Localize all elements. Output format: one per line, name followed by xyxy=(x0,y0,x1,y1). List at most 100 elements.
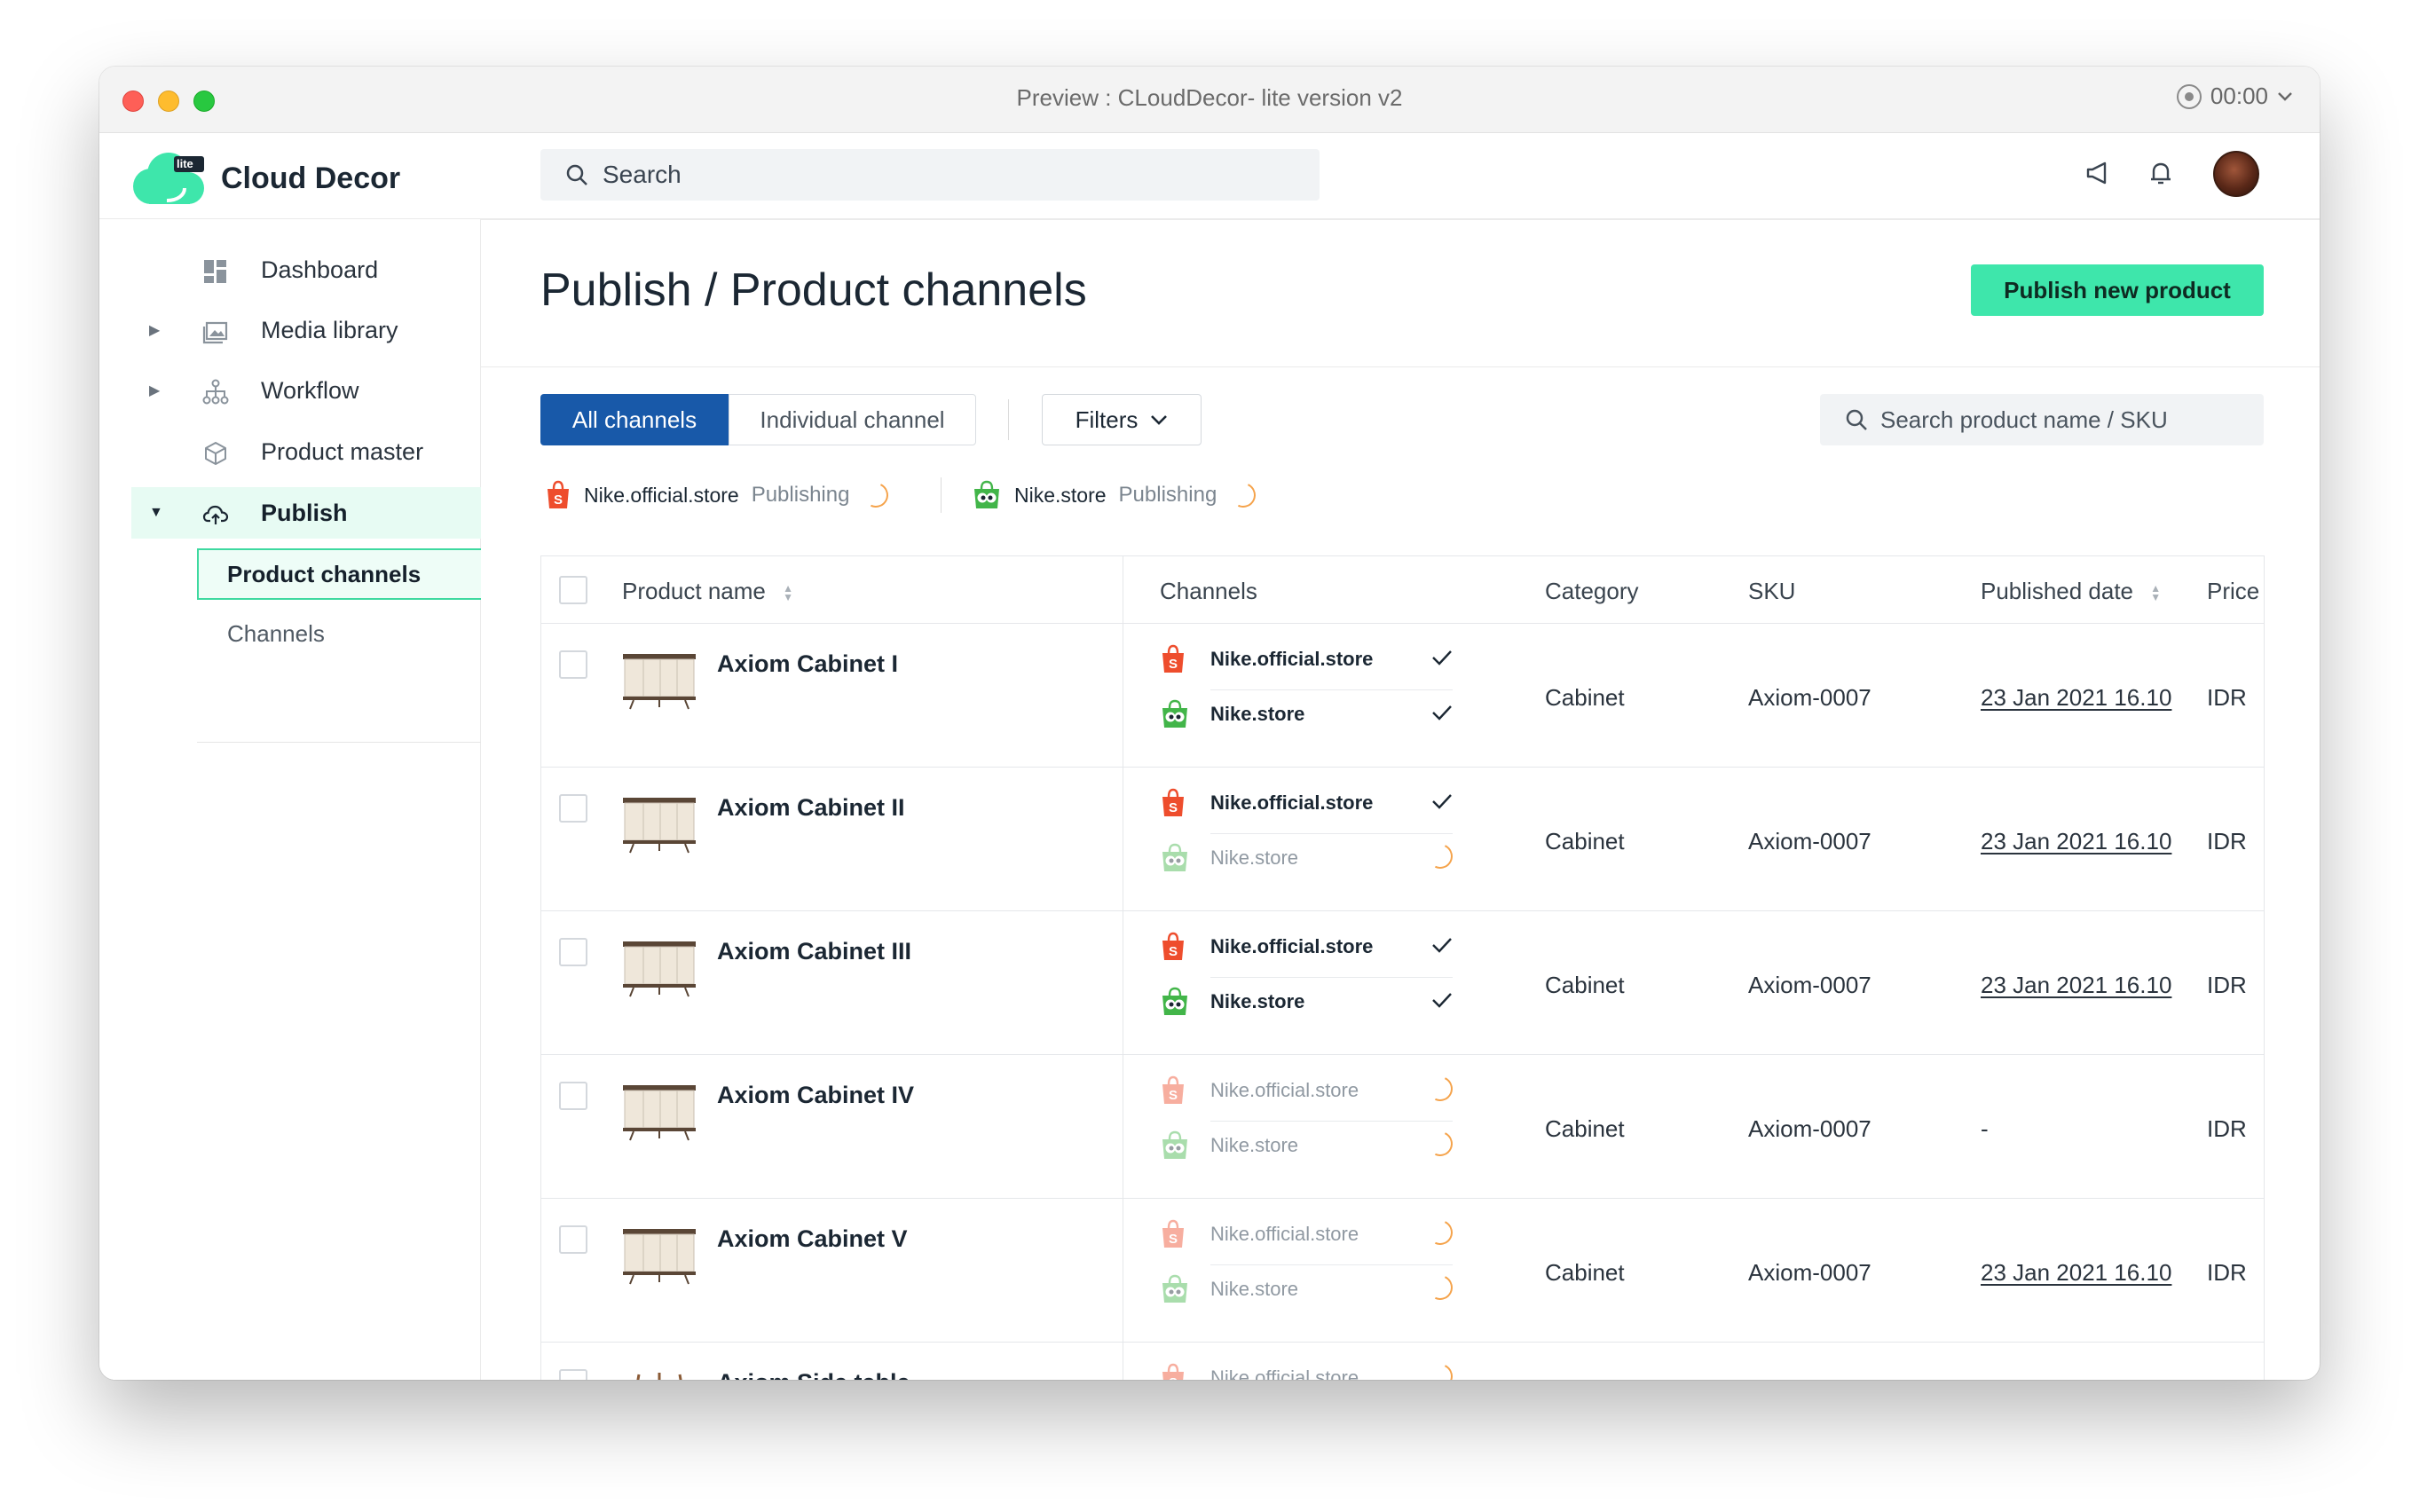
caret-down-icon: ▼ xyxy=(149,505,163,520)
sidebar-item-publish[interactable]: ▼ Publish xyxy=(131,487,481,539)
filters-dropdown[interactable]: Filters xyxy=(1042,394,1202,445)
published-date-cell: - xyxy=(1981,1115,1989,1142)
row-checkbox[interactable] xyxy=(559,1369,587,1380)
loading-spinner-icon xyxy=(1424,839,1456,873)
loading-spinner-icon xyxy=(1424,1072,1456,1106)
loading-spinner-icon xyxy=(1424,1359,1456,1380)
price-cell: IDR xyxy=(2207,1259,2247,1286)
tokopedia-icon xyxy=(1162,1274,1187,1303)
product-name[interactable]: Axiom Cabinet I xyxy=(717,650,898,678)
filters-label: Filters xyxy=(1075,406,1139,433)
column-label: Published date xyxy=(1981,578,2134,604)
product-name[interactable]: Axiom Cabinet II xyxy=(717,794,905,822)
sidebar-item-product-master[interactable]: Product master xyxy=(131,426,481,477)
sku-cell: Axiom-0007 xyxy=(1748,828,1871,854)
channel-divider xyxy=(1210,1121,1453,1122)
sidebar-subitem-product-channels[interactable]: Product channels xyxy=(197,548,481,600)
channel-divider xyxy=(1210,1264,1453,1265)
product-name[interactable]: Axiom Cabinet IV xyxy=(717,1082,914,1109)
column-header-product-name[interactable]: Product name ▲ ▼ xyxy=(622,578,793,605)
checkmark-icon xyxy=(1431,704,1453,726)
channel-icon xyxy=(1160,699,1190,729)
content-divider xyxy=(481,366,2320,367)
checkmark-icon xyxy=(1431,792,1453,815)
sidebar-item-media-library[interactable]: ▶ Media library xyxy=(131,304,481,356)
logo: lite xyxy=(131,151,208,210)
svg-text:S: S xyxy=(1169,1375,1178,1380)
product-name[interactable]: Axiom Side table xyxy=(717,1369,910,1380)
image-icon xyxy=(202,321,228,344)
sidebar-subitem-label: Channels xyxy=(227,619,325,647)
svg-text:S: S xyxy=(554,492,563,508)
channel-store-name: Nike.official.store xyxy=(1210,1223,1359,1245)
sidebar-item-workflow[interactable]: ▶ Workflow xyxy=(131,365,481,416)
select-all-checkbox[interactable] xyxy=(559,576,587,604)
cabinet-thumbnail xyxy=(623,654,696,710)
publishing-status-tokopedia: Nike.store Publishing xyxy=(972,477,1260,513)
cabinet-thumbnail xyxy=(623,1085,696,1141)
publishing-status-shopee: S Nike.official.store Publishing xyxy=(545,477,893,513)
sidebar-subitem-channels[interactable]: Channels xyxy=(197,608,481,659)
channel-store-name: Nike.store xyxy=(1210,703,1305,725)
tab-all-channels[interactable]: All channels xyxy=(540,394,729,445)
status-divider xyxy=(941,477,942,513)
table-row[interactable]: Axiom Side table S Nike.official.store xyxy=(541,1343,2264,1380)
tab-individual-channel[interactable]: Individual channel xyxy=(729,394,976,445)
row-checkbox[interactable] xyxy=(559,938,587,966)
record-timer[interactable]: 00:00 xyxy=(2176,83,2293,110)
bell-icon[interactable] xyxy=(2146,158,2176,188)
published-date-cell[interactable]: 23 Jan 2021 16.10 xyxy=(1981,828,2171,855)
price-cell: IDR xyxy=(2207,684,2247,711)
product-channels-table: Product name ▲ ▼ Channels Category SKU Pu… xyxy=(540,555,2265,1380)
user-avatar[interactable] xyxy=(2213,151,2259,197)
shopee-icon: S xyxy=(1162,1363,1184,1380)
toolbar-divider xyxy=(1008,399,1009,440)
sort-icon[interactable]: ▲ ▼ xyxy=(783,583,793,602)
category-cell: Cabinet xyxy=(1545,972,1625,998)
megaphone-icon[interactable] xyxy=(2084,158,2114,188)
status-store-name: Nike.official.store xyxy=(584,483,739,507)
sort-icon[interactable]: ▲ ▼ xyxy=(2150,583,2161,602)
published-date-cell[interactable]: 23 Jan 2021 16.10 xyxy=(1981,1259,2171,1287)
sku-cell: Axiom-0007 xyxy=(1748,1259,1871,1286)
sidebar-item-dashboard[interactable]: Dashboard xyxy=(131,244,481,295)
channel-status: Nike.store xyxy=(1160,835,1456,881)
product-name[interactable]: Axiom Cabinet III xyxy=(717,938,911,965)
column-header-sku: SKU xyxy=(1748,578,1796,604)
table-row[interactable]: Axiom Cabinet IV S Nike.official.store Nike… xyxy=(541,1055,2264,1199)
row-checkbox[interactable] xyxy=(559,650,587,679)
svg-text:S: S xyxy=(1169,1232,1178,1247)
table-row[interactable]: Axiom Cabinet I S Nike.official.store Nike.… xyxy=(541,624,2264,768)
timer-value: 00:00 xyxy=(2210,83,2268,109)
shopee-icon: S xyxy=(1162,1075,1184,1104)
channel-status: Nike.store xyxy=(1160,1122,1456,1169)
table-row[interactable]: Axiom Cabinet II S Nike.official.store Nike… xyxy=(541,768,2264,911)
status-text: Publishing xyxy=(1118,483,1217,507)
published-date-cell[interactable]: 23 Jan 2021 16.10 xyxy=(1981,972,2171,999)
table-row[interactable]: Axiom Cabinet V S Nike.official.store Nike.… xyxy=(541,1199,2264,1343)
table-header: Product name ▲ ▼ Channels Category SKU Pu… xyxy=(541,556,2264,624)
column-header-published-date[interactable]: Published date ▲ ▼ xyxy=(1981,578,2161,605)
svg-text:S: S xyxy=(1169,944,1178,959)
column-header-price: Price xyxy=(2207,578,2260,604)
channel-status: Nike.store xyxy=(1160,1266,1456,1312)
row-checkbox[interactable] xyxy=(559,794,587,823)
product-thumbnail xyxy=(621,794,697,854)
category-cell: Cabinet xyxy=(1545,828,1625,854)
checkmark-icon xyxy=(1431,936,1453,958)
sidebar-item-label: Media library xyxy=(261,316,398,343)
status-store-name: Nike.store xyxy=(1014,483,1107,507)
publish-new-product-button[interactable]: Publish new product xyxy=(1971,264,2264,316)
search-icon xyxy=(1846,409,1867,430)
product-search-input[interactable]: Search product name / SKU xyxy=(1820,394,2264,445)
loading-spinner-icon xyxy=(1424,1271,1456,1304)
cabinet-thumbnail xyxy=(623,941,696,997)
channel-icon: S xyxy=(1160,788,1186,818)
category-cell: Cabinet xyxy=(1545,1259,1625,1286)
table-row[interactable]: Axiom Cabinet III S Nike.official.store Nik… xyxy=(541,911,2264,1055)
row-checkbox[interactable] xyxy=(559,1082,587,1110)
row-checkbox[interactable] xyxy=(559,1225,587,1254)
product-name[interactable]: Axiom Cabinet V xyxy=(717,1225,908,1253)
global-search-input[interactable]: Search xyxy=(540,149,1320,201)
published-date-cell[interactable]: 23 Jan 2021 16.10 xyxy=(1981,684,2171,712)
